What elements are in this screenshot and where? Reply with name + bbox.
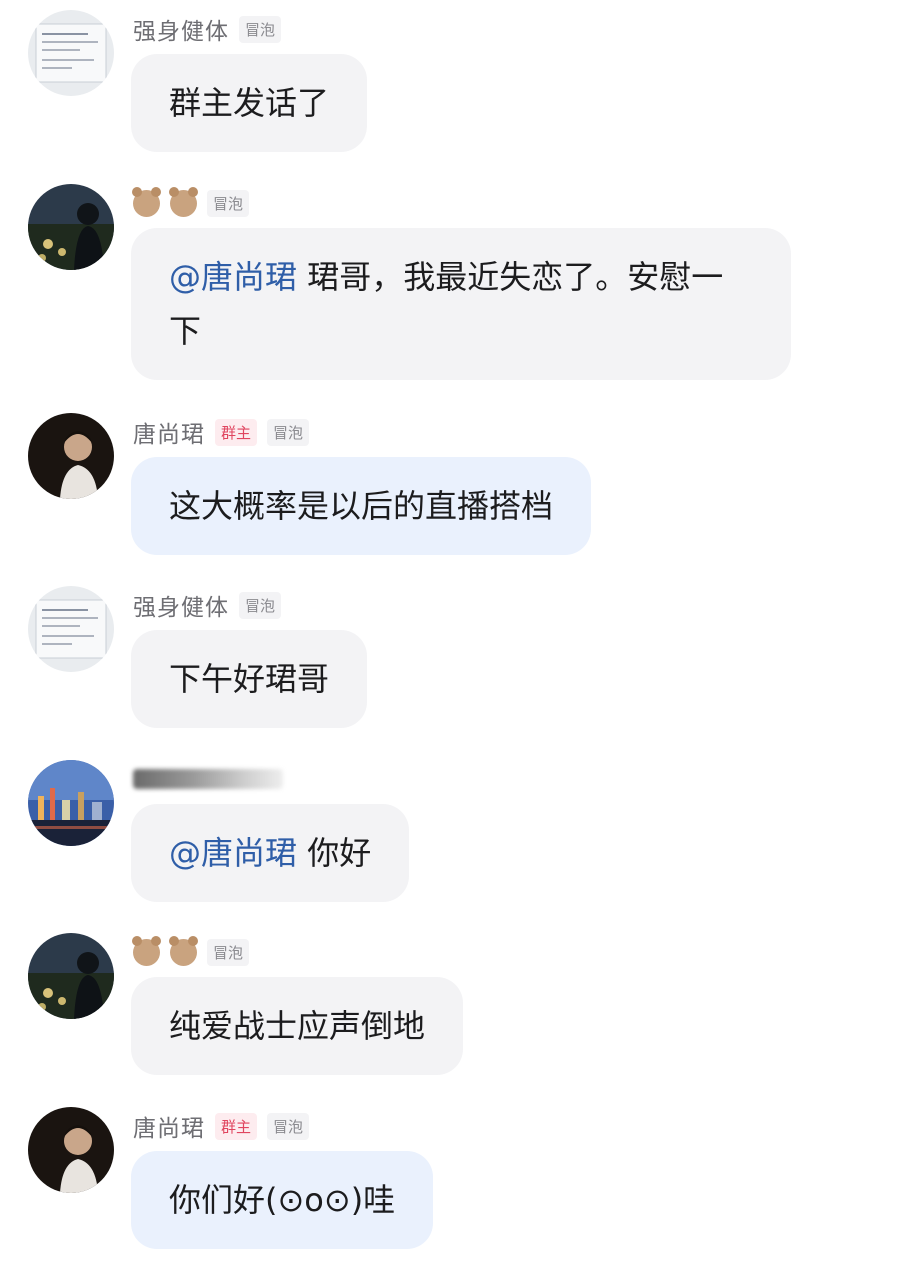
message-bubble[interactable]: @唐尚珺 珺哥，我最近失恋了。安慰一下: [131, 228, 791, 380]
message-text: 你们好(⊙o⊙)哇: [169, 1181, 396, 1219]
badge-group-owner: 群主: [215, 418, 258, 446]
bear-emoji-icon: [169, 186, 198, 217]
message-bubble[interactable]: 下午好珺哥: [131, 630, 368, 728]
user-avatar-document[interactable]: [28, 586, 114, 672]
user-avatar-portrait[interactable]: [28, 413, 114, 499]
user-avatar-portrait[interactable]: [28, 1107, 114, 1193]
message-bubble[interactable]: 你们好(⊙o⊙)哇: [131, 1151, 434, 1249]
sender-name[interactable]: 强身健体: [133, 588, 229, 622]
sender-name[interactable]: 强身健体: [133, 12, 229, 46]
message-text: 下午好珺哥: [169, 660, 330, 698]
message-text: 这大概率是以后的直播搭档: [169, 487, 554, 525]
user-avatar-document[interactable]: [28, 10, 114, 96]
user-avatar-night[interactable]: [28, 184, 114, 270]
message-text: 你好: [297, 834, 372, 872]
message-bubble[interactable]: 纯爱战士应声倒地: [131, 977, 464, 1075]
mention-link[interactable]: @唐尚珺: [169, 834, 297, 872]
badge-bubble: 冒泡: [267, 418, 310, 446]
message-bubble[interactable]: 这大概率是以后的直播搭档: [131, 457, 592, 555]
bear-emoji-icon: [132, 935, 161, 966]
user-avatar-city[interactable]: [28, 760, 114, 846]
badge-bubble: 冒泡: [207, 189, 250, 217]
sender-name[interactable]: 唐尚珺: [133, 1109, 205, 1143]
mention-link[interactable]: @唐尚珺: [169, 258, 297, 296]
badge-bubble: 冒泡: [239, 15, 282, 43]
user-avatar-night[interactable]: [28, 933, 114, 1019]
message-text: 群主发话了: [169, 84, 330, 122]
sender-name-blurred[interactable]: [133, 769, 283, 789]
message-bubble[interactable]: @唐尚珺 你好: [131, 804, 410, 902]
bear-emoji-icon: [169, 935, 198, 966]
badge-bubble: 冒泡: [267, 1112, 310, 1140]
badge-bubble: 冒泡: [207, 938, 250, 966]
badge-bubble: 冒泡: [239, 591, 282, 619]
bear-emoji-icon: [132, 186, 161, 217]
message-bubble[interactable]: 群主发话了: [131, 54, 368, 152]
badge-group-owner: 群主: [215, 1112, 258, 1140]
message-text: 纯爱战士应声倒地: [169, 1007, 426, 1045]
sender-name[interactable]: 唐尚珺: [133, 415, 205, 449]
